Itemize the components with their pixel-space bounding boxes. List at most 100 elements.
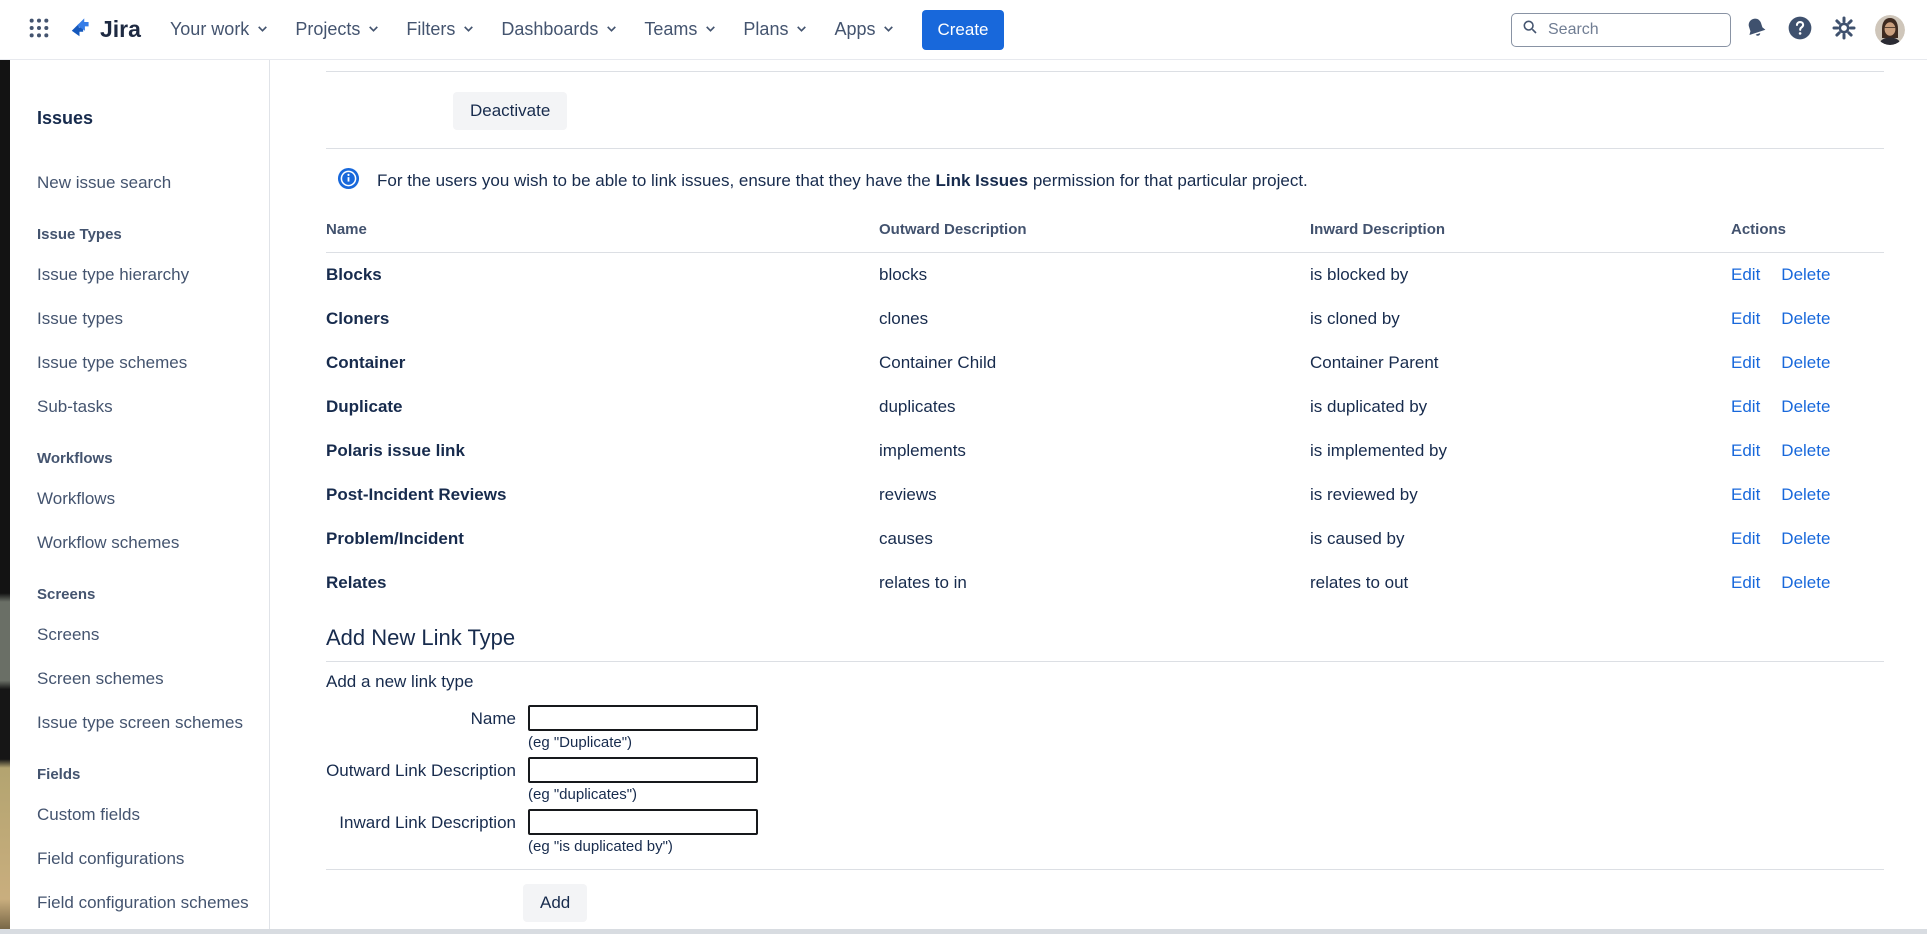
column-header-outward: Outward Description (879, 221, 1310, 253)
sidebar-item-screen-schemes[interactable]: Screen schemes (37, 657, 259, 701)
window-bottom-edge (0, 929, 1927, 934)
link-type-name: Problem/Incident (326, 517, 879, 561)
table-row: Blocks blocks is blocked by EditDelete (326, 253, 1884, 297)
edit-link[interactable]: Edit (1731, 441, 1760, 460)
link-types-table: Name Outward Description Inward Descript… (326, 221, 1884, 605)
nav-item-apps[interactable]: Apps (821, 10, 908, 49)
primary-nav-menu: Your work Projects Filters Dashboards Te… (157, 10, 909, 49)
jira-logo-text: Jira (100, 16, 141, 43)
outward-description: relates to in (879, 561, 1310, 605)
edit-link[interactable]: Edit (1731, 573, 1760, 592)
edit-link[interactable]: Edit (1731, 265, 1760, 284)
column-header-name: Name (326, 221, 879, 253)
link-type-name: Polaris issue link (326, 429, 879, 473)
inward-description-field-label: Inward Link Description (326, 809, 516, 855)
link-type-name: Post-Incident Reviews (326, 473, 879, 517)
delete-link[interactable]: Delete (1781, 441, 1830, 460)
nav-item-dashboards[interactable]: Dashboards (488, 10, 631, 49)
add-button[interactable]: Add (523, 884, 587, 922)
sidebar-item-workflows[interactable]: Workflows (37, 477, 259, 521)
deactivate-row: Deactivate (453, 92, 1884, 130)
user-avatar[interactable] (1871, 11, 1909, 49)
nav-item-label: Projects (295, 19, 360, 40)
outward-description: Container Child (879, 341, 1310, 385)
nav-item-your-work[interactable]: Your work (157, 10, 282, 49)
outward-description-field[interactable] (528, 757, 758, 783)
nav-item-label: Teams (644, 19, 697, 40)
inward-description-field[interactable] (528, 809, 758, 835)
info-text-post: permission for that particular project. (1028, 171, 1308, 190)
delete-link[interactable]: Delete (1781, 353, 1830, 372)
help-icon (1787, 15, 1813, 44)
background-window-strip (0, 60, 10, 934)
sidebar-item-new-issue-search[interactable]: New issue search (37, 161, 259, 205)
inward-description: Container Parent (1310, 341, 1731, 385)
delete-link[interactable]: Delete (1781, 573, 1830, 592)
nav-item-projects[interactable]: Projects (282, 10, 393, 49)
chevron-down-icon (256, 19, 269, 40)
delete-link[interactable]: Delete (1781, 529, 1830, 548)
chevron-down-icon (704, 19, 717, 40)
deactivate-button[interactable]: Deactivate (453, 92, 567, 130)
sidebar-item-field-configuration-schemes[interactable]: Field configuration schemes (37, 881, 259, 925)
help-button[interactable] (1781, 11, 1819, 49)
link-type-name: Container (326, 341, 879, 385)
delete-link[interactable]: Delete (1781, 265, 1830, 284)
add-new-link-type-title: Add New Link Type (326, 625, 1884, 662)
edit-link[interactable]: Edit (1731, 353, 1760, 372)
add-new-link-type-subtitle: Add a new link type (326, 672, 1884, 692)
sidebar-item-issue-type-screen-schemes[interactable]: Issue type screen schemes (37, 701, 259, 745)
sidebar-item-screens[interactable]: Screens (37, 613, 259, 657)
bell-icon (1744, 16, 1768, 43)
outward-description-field-label: Outward Link Description (326, 757, 516, 803)
sidebar-item-issue-type-schemes[interactable]: Issue type schemes (37, 341, 259, 385)
inward-description: is blocked by (1310, 253, 1731, 297)
link-type-name: Duplicate (326, 385, 879, 429)
info-text-pre: For the users you wish to be able to lin… (377, 171, 935, 190)
create-button[interactable]: Create (922, 10, 1003, 50)
edit-link[interactable]: Edit (1731, 397, 1760, 416)
delete-link[interactable]: Delete (1781, 309, 1830, 328)
sidebar-item-workflow-schemes[interactable]: Workflow schemes (37, 521, 259, 565)
form-row-outward: Outward Link Description (eg "duplicates… (326, 757, 1884, 803)
table-row: Cloners clones is cloned by EditDelete (326, 297, 1884, 341)
outward-description: implements (879, 429, 1310, 473)
inward-description: is cloned by (1310, 297, 1731, 341)
inward-description-field-hint: (eg "is duplicated by") (528, 838, 758, 855)
link-type-name: Blocks (326, 253, 879, 297)
edit-link[interactable]: Edit (1731, 485, 1760, 504)
sidebar-item-custom-fields[interactable]: Custom fields (37, 793, 259, 837)
nav-item-plans[interactable]: Plans (730, 10, 821, 49)
notifications-button[interactable] (1737, 11, 1775, 49)
sidebar-heading-issue-types: Issue Types (37, 215, 259, 253)
chevron-down-icon (462, 19, 475, 40)
jira-logo[interactable]: Jira (68, 14, 141, 46)
edit-link[interactable]: Edit (1731, 309, 1760, 328)
delete-link[interactable]: Delete (1781, 485, 1830, 504)
name-field[interactable] (528, 705, 758, 731)
settings-button[interactable] (1825, 11, 1863, 49)
sidebar-item-sub-tasks[interactable]: Sub-tasks (37, 385, 259, 429)
sidebar-item-field-configurations[interactable]: Field configurations (37, 837, 259, 881)
column-header-actions: Actions (1731, 221, 1884, 253)
section-divider (326, 71, 1884, 72)
sidebar-item-issue-type-hierarchy[interactable]: Issue type hierarchy (37, 253, 259, 297)
nav-item-label: Your work (170, 19, 249, 40)
sidebar-item-issue-types[interactable]: Issue types (37, 297, 259, 341)
table-row: Problem/Incident causes is caused by Edi… (326, 517, 1884, 561)
delete-link[interactable]: Delete (1781, 397, 1830, 416)
app-switcher-button[interactable] (20, 11, 58, 49)
outward-description-field-hint: (eg "duplicates") (528, 786, 758, 803)
nav-item-filters[interactable]: Filters (393, 10, 488, 49)
nav-item-teams[interactable]: Teams (631, 10, 730, 49)
search-input[interactable] (1546, 20, 1720, 40)
info-text: For the users you wish to be able to lin… (377, 171, 1308, 191)
outward-description: reviews (879, 473, 1310, 517)
link-type-name: Relates (326, 561, 879, 605)
edit-link[interactable]: Edit (1731, 529, 1760, 548)
link-type-name: Cloners (326, 297, 879, 341)
chevron-down-icon (882, 19, 895, 40)
nav-item-label: Apps (834, 19, 875, 40)
search-box[interactable] (1511, 13, 1731, 47)
table-header-row: Name Outward Description Inward Descript… (326, 221, 1884, 253)
